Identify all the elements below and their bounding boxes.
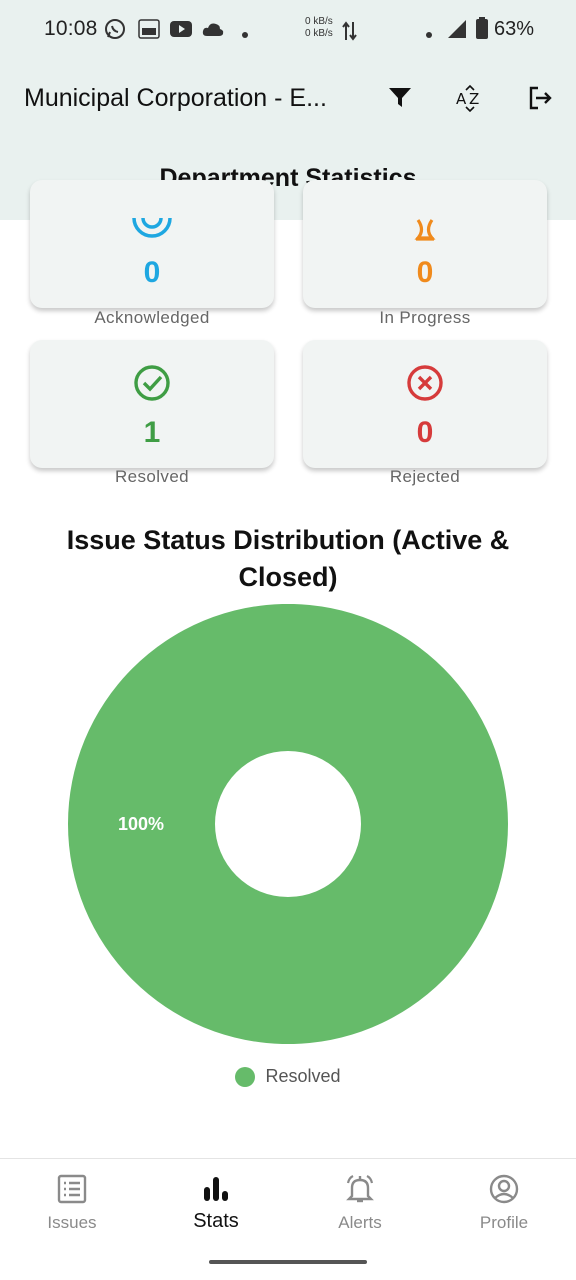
slice-label-resolved: 100% [118,814,164,834]
app-title: Municipal Corporation - E... [24,84,327,112]
gesture-bar[interactable] [209,1260,367,1264]
issues-list-icon [56,1173,88,1205]
logout-button[interactable] [518,78,562,122]
nav-item-issues[interactable]: Issues [0,1159,144,1255]
status-bar: 10:08 0 kB/s 0 kB/s 63% [0,0,576,60]
battery-icon [476,17,488,44]
stat-card-acknowledged[interactable]: 0 [30,180,274,308]
dot-icon [425,26,433,44]
profile-icon [488,1173,520,1205]
nav-item-stats[interactable]: Stats [144,1159,288,1255]
status-distribution-chart: 100% [68,604,508,1044]
sort-button[interactable]: A Z [448,78,492,122]
resolved-label: Resolved [114,467,190,486]
rejected-count: 0 [416,416,434,449]
network-speed: 0 kB/s 0 kB/s [305,16,333,40]
data-arrows-icon [342,20,358,47]
check-circle-icon [133,364,171,407]
stats-bar-icon [200,1173,232,1205]
nav-label-profile: Profile [479,1213,529,1232]
youtube-icon [170,20,192,43]
sort-az-icon: A Z [456,84,484,117]
nav-label-issues: Issues [47,1213,97,1232]
stat-card-resolved[interactable]: 1 [30,340,274,468]
hourglass-icon [412,210,438,247]
resolved-count: 1 [143,416,161,449]
legend-label-resolved: Resolved [265,1066,341,1086]
tata-1mg-icon [138,19,160,44]
stat-card-rejected[interactable]: 0 [303,340,547,468]
acknowledged-icon [132,212,172,243]
in-progress-count: 0 [416,256,434,289]
whatsapp-icon [104,18,126,45]
stat-card-in-progress[interactable]: 0 [303,180,547,308]
status-time: 10:08 [44,17,98,40]
filter-button[interactable] [378,78,422,122]
speed-up-label: 0 kB/s [305,16,333,27]
nav-label-alerts: Alerts [338,1213,382,1232]
nav-item-alerts[interactable]: Alerts [288,1159,432,1255]
legend-swatch-resolved [235,1066,256,1087]
filter-icon [388,87,412,114]
svg-text:Z: Z [469,90,479,108]
acknowledged-label: Acknowledged [94,308,210,327]
battery-percent: 63% [494,18,535,40]
acknowledged-count: 0 [143,256,161,289]
nav-label-stats: Stats [193,1210,239,1232]
signal-icon [447,19,467,44]
svg-text:A: A [456,90,467,108]
dot-icon [241,26,249,44]
in-progress-label: In Progress [379,308,471,327]
rejected-label: Rejected [389,467,461,486]
alerts-bell-icon [344,1173,376,1205]
speed-down-label: 0 kB/s [305,28,333,39]
chart-legend: Resolved [0,1066,576,1087]
nav-item-profile[interactable]: Profile [432,1159,576,1255]
cancel-circle-icon [406,364,444,407]
logout-icon [527,85,553,116]
cloud-icon [202,21,224,42]
chart-title: Issue Status Distribution (Active & Clos… [66,525,510,592]
